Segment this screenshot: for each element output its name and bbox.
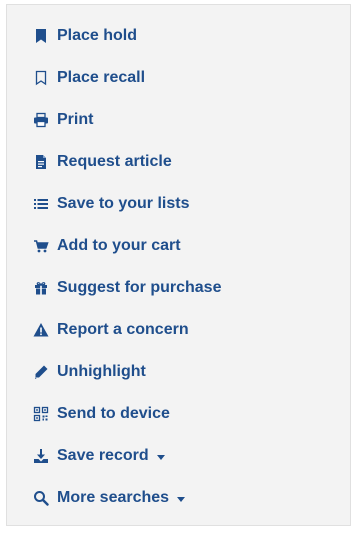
report-concern-label: Report a concern <box>57 321 189 338</box>
place-recall-label: Place recall <box>57 69 146 86</box>
suggest-for-purchase-link[interactable]: Suggest for purchase <box>33 276 221 300</box>
print-link[interactable]: Print <box>33 108 93 132</box>
chevron-down-icon <box>156 454 165 460</box>
more-searches-dropdown[interactable]: More searches <box>33 486 186 510</box>
save-to-lists-link[interactable]: Save to your lists <box>33 192 190 216</box>
list-icon <box>33 196 49 212</box>
send-to-device-link[interactable]: Send to device <box>33 402 170 426</box>
record-actions-panel: Place hold Place recall Print Request ar… <box>6 4 351 526</box>
warning-icon <box>33 322 49 338</box>
document-icon <box>33 154 49 170</box>
unhighlight-label: Unhighlight <box>57 363 146 380</box>
place-hold-label: Place hold <box>57 27 138 44</box>
add-to-cart-link[interactable]: Add to your cart <box>33 234 181 258</box>
chevron-down-icon <box>177 496 186 502</box>
request-article-link[interactable]: Request article <box>33 150 172 174</box>
report-concern-link[interactable]: Report a concern <box>33 318 189 342</box>
place-hold-link[interactable]: Place hold <box>33 24 137 48</box>
place-recall-link[interactable]: Place recall <box>33 66 145 90</box>
printer-icon <box>33 112 49 128</box>
send-to-device-label: Send to device <box>57 405 170 422</box>
suggest-for-purchase-label: Suggest for purchase <box>57 279 222 296</box>
bookmark-filled-icon <box>33 28 49 44</box>
download-icon <box>33 448 49 464</box>
save-record-label: Save record <box>57 447 149 464</box>
bookmark-outline-icon <box>33 70 49 86</box>
cart-icon <box>33 238 49 254</box>
pencil-icon <box>33 364 49 380</box>
add-to-cart-label: Add to your cart <box>57 237 181 254</box>
print-label: Print <box>57 111 94 128</box>
search-icon <box>33 490 49 506</box>
request-article-label: Request article <box>57 153 172 170</box>
save-to-lists-label: Save to your lists <box>57 195 190 212</box>
gift-icon <box>33 280 49 296</box>
save-record-dropdown[interactable]: Save record <box>33 444 165 468</box>
more-searches-label: More searches <box>57 489 170 506</box>
qr-code-icon <box>33 406 49 422</box>
unhighlight-link[interactable]: Unhighlight <box>33 360 146 384</box>
